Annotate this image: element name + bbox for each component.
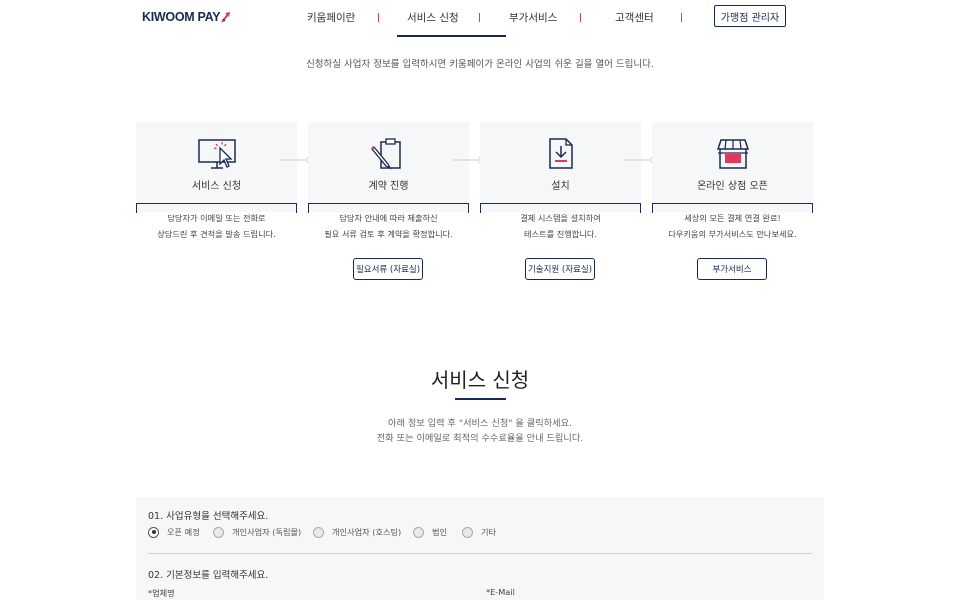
intro-text: 신청하실 사업자 정보를 입력하시면 키움페이가 온라인 사업의 쉬운 길을 열…: [306, 59, 654, 70]
clipboard-pen-icon: [370, 138, 401, 170]
section-desc-line: 전화 또는 이메일로 최적의 수수료율을 안내 드립니다.: [376, 432, 584, 444]
section-title-underline: [455, 398, 506, 400]
radio-button[interactable]: [213, 526, 224, 538]
email-label: *E-Mail: [486, 587, 515, 597]
step-title: 서비스 신청: [191, 181, 242, 192]
step-card-service-apply: 서비스 신청: [136, 122, 297, 212]
radio-label: 개인사업자 (호스팅): [332, 527, 402, 537]
step-desc-line: 세상의 모든 결제 연결 완료!: [684, 213, 781, 223]
step-desc-line: 결제 시스템을 설치하여: [520, 213, 601, 223]
radio-individual-hosting[interactable]: 개인사업자 (호스팅): [313, 526, 401, 538]
radio-button[interactable]: [413, 526, 424, 538]
radio-button[interactable]: [462, 526, 473, 538]
step-card-install: 설치: [480, 122, 641, 212]
nav-separator: [580, 13, 581, 22]
header: KIWOOM PAY 키움페이란 서비스 신청 부가서비스 고객센터 가맹점 관…: [0, 0, 960, 37]
radio-individual-standalone[interactable]: 개인사업자 (독립몰): [213, 526, 301, 538]
step-title: 계약 진행: [368, 181, 409, 192]
radio-corporation[interactable]: 법인: [413, 526, 447, 538]
main-nav: 키움페이란 서비스 신청 부가서비스 고객센터: [0, 9, 960, 27]
step-title: 온라인 상점 오픈: [697, 181, 768, 192]
radio-other[interactable]: 기타: [462, 526, 496, 538]
section-desc-line: 아래 정보 입력 후 "서비스 신청" 을 클릭하세요.: [388, 418, 572, 429]
basic-info-question: 02. 기본정보를 입력해주세요.: [148, 570, 269, 581]
radio-label: 개인사업자 (독립몰): [232, 527, 302, 537]
form-divider: [148, 553, 812, 554]
nav-separator: [681, 13, 682, 22]
document-download-icon: [548, 138, 573, 169]
step-description: 세상의 모든 결제 연결 완료! 다우키움의 부가서비스도 만나보세요.: [652, 211, 813, 242]
nav-separator: [479, 13, 480, 22]
tech-support-button[interactable]: 기술지원 (자료실): [525, 258, 595, 280]
nav-item-addon[interactable]: 부가서비스: [509, 10, 557, 25]
application-form: 01. 사업유형을 선택해주세요. 오픈 예정 개인사업자 (독립몰) 개인사업…: [136, 497, 824, 600]
step-card-contract: 계약 진행: [308, 122, 469, 212]
monitor-cursor-icon: [197, 139, 236, 169]
nav-item-service-apply[interactable]: 서비스 신청: [407, 10, 459, 25]
step-desc-line: 담당자 안내에 따라 제출하신: [339, 213, 438, 223]
nav-item-support[interactable]: 고객센터: [615, 10, 654, 25]
radio-label: 법인: [432, 527, 448, 537]
required-documents-button[interactable]: 필요서류 (자료실): [353, 258, 423, 280]
nav-item-about[interactable]: 키움페이란: [307, 10, 355, 25]
radio-button-checked[interactable]: [148, 526, 159, 538]
storefront-icon: [716, 139, 749, 169]
step-desc-line: 다우키움의 부가서비스도 만나보세요.: [668, 228, 797, 239]
radio-label: 기타: [481, 527, 497, 537]
section-description: 아래 정보 입력 후 "서비스 신청" 을 클릭하세요. 전화 또는 이메일로 …: [0, 417, 960, 446]
step-desc-line: 담당자가 이메일 또는 전화로: [167, 213, 266, 223]
step-desc-line: 상담드린 후 견적을 발송 드립니다.: [157, 228, 276, 239]
radio-button[interactable]: [313, 526, 324, 538]
nav-separator: [378, 13, 379, 22]
step-desc-line: 테스트를 진행합니다.: [524, 228, 597, 239]
company-name-label: *업체명: [148, 588, 175, 598]
step-description: 결제 시스템을 설치하여 테스트를 진행합니다.: [480, 211, 641, 242]
business-type-question: 01. 사업유형을 선택해주세요.: [148, 511, 269, 522]
active-nav-underline: [397, 35, 506, 37]
step-description: 담당자 안내에 따라 제출하신 필요 서류 검토 후 계약을 확정합니다.: [308, 211, 469, 242]
section-title: 서비스 신청: [430, 368, 530, 392]
step-title: 설치: [551, 181, 570, 192]
radio-open-planned[interactable]: 오픈 예정: [148, 526, 200, 538]
merchant-admin-button[interactable]: 가맹점 관리자: [714, 5, 786, 27]
radio-label: 오픈 예정: [167, 527, 200, 537]
step-card-store-open: 온라인 상점 오픈: [652, 122, 813, 212]
step-description: 담당자가 이메일 또는 전화로 상담드린 후 견적을 발송 드립니다.: [136, 211, 297, 242]
addon-service-button[interactable]: 부가서비스: [697, 258, 767, 280]
step-desc-line: 필요 서류 검토 후 계약을 확정합니다.: [324, 228, 453, 239]
